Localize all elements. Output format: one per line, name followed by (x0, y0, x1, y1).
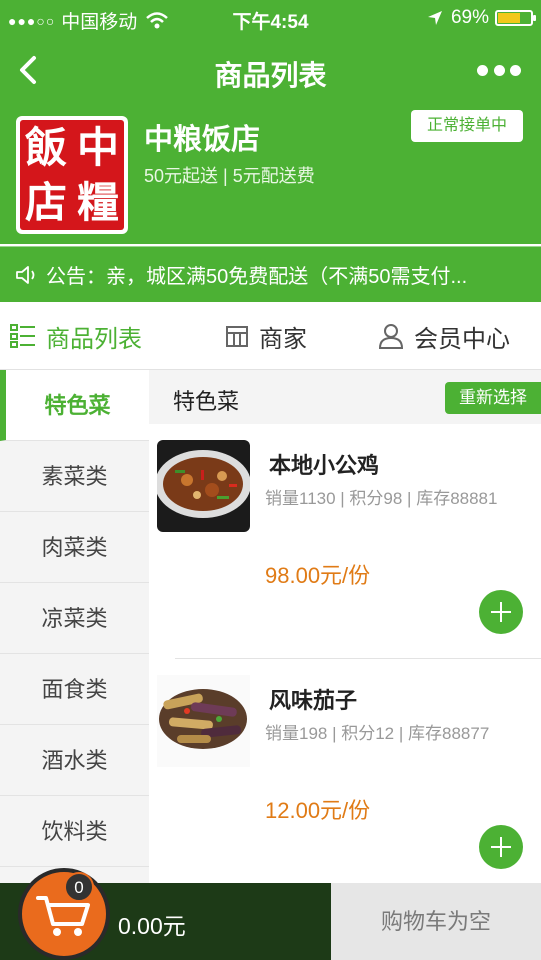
announcement-text: 公告：亲，城区满50免费配送（不满50需支付... (46, 266, 468, 288)
more-dot (477, 64, 488, 76)
category-sidebar: 特色菜 素菜类 肉菜类 凉菜类 面食类 酒水类 饮料类 (0, 370, 149, 883)
product-price: 12.00元/份 (265, 798, 371, 823)
shop-name: 中粮饭店 (144, 124, 261, 156)
food-photo-eggplant (157, 675, 250, 767)
location-arrow-icon (427, 11, 442, 25)
tab-product-list[interactable]: 商品列表 (10, 320, 142, 353)
category-item[interactable]: 肉菜类 (0, 512, 149, 583)
page-title: 商品列表 (214, 60, 327, 91)
product-card[interactable]: 风味茄子 销量198 | 积分12 | 库存88877 12.00元/份 (149, 659, 541, 891)
shop-logo: 飯 中 店 糧 (16, 116, 128, 234)
product-image (157, 440, 250, 532)
speaker-icon (16, 265, 35, 284)
nav-bar: 商品列表 (0, 36, 541, 106)
battery-fill (498, 13, 520, 23)
logo-char: 糧 (76, 178, 119, 227)
store-icon (226, 326, 248, 347)
product-name: 本地小公鸡 (269, 453, 380, 478)
category-item[interactable]: 特色菜 (0, 370, 149, 441)
tab-label: 商品列表 (46, 325, 142, 353)
announcement-bar[interactable]: 公告：亲，城区满50免费配送（不满50需支付... (0, 246, 541, 302)
product-name: 风味茄子 (269, 688, 358, 713)
status-bar: ●●●○○ 中国移动 下午4:54 69% (0, 0, 541, 36)
tab-member-center[interactable]: 会员中心 (378, 320, 510, 353)
status-right: 69% (427, 7, 536, 29)
add-to-cart-button[interactable] (479, 590, 523, 634)
category-item[interactable]: 凉菜类 (0, 583, 149, 654)
food-photo-chicken (157, 440, 250, 532)
list-icon (10, 324, 35, 348)
section-title: 特色菜 (173, 389, 240, 414)
shop-delivery-info: 50元起送 | 5元配送费 (144, 166, 315, 186)
cart-count-badge: 0 (64, 872, 94, 902)
user-icon (378, 324, 404, 349)
add-to-cart-button[interactable] (479, 825, 523, 869)
category-item[interactable]: 酒水类 (0, 725, 149, 796)
logo-char: 中 (76, 123, 119, 172)
product-price: 98.00元/份 (265, 563, 371, 588)
product-image (157, 675, 250, 767)
product-stats: 销量198 | 积分12 | 库存88877 (265, 724, 490, 743)
category-item[interactable]: 面食类 (0, 654, 149, 725)
tab-label: 商家 (259, 325, 307, 353)
more-button[interactable] (477, 60, 521, 80)
logo-char: 飯 (24, 123, 67, 172)
category-item[interactable]: 素菜类 (0, 441, 149, 512)
battery-icon (495, 10, 536, 26)
tab-merchant[interactable]: 商家 (225, 320, 307, 353)
shop-status-badge: 正常接单中 (411, 110, 523, 142)
category-item[interactable]: 饮料类 (0, 796, 149, 867)
checkout-area[interactable]: 购物车为空 (331, 883, 541, 960)
tab-bar: 商品列表 商家 会员中心 (0, 302, 541, 370)
battery-percent: 69% (450, 7, 489, 28)
reselect-button[interactable]: 重新选择 (445, 382, 541, 414)
more-dot (493, 64, 505, 76)
tab-label: 会员中心 (414, 325, 510, 353)
section-header: 特色菜 重新选择 (149, 370, 541, 424)
product-card[interactable]: 本地小公鸡 销量1130 | 积分98 | 库存88881 98.00元/份 (149, 424, 541, 656)
shop-header: 飯 中 店 糧 中粮饭店 50元起送 | 5元配送费 正常接单中 (0, 106, 541, 244)
logo-seal: 飯 中 店 糧 (20, 120, 124, 230)
logo-char: 店 (24, 178, 67, 227)
more-dot (510, 64, 521, 76)
product-stats: 销量1130 | 积分98 | 库存88881 (265, 489, 498, 508)
cart-total: 0.00元 (118, 913, 186, 939)
